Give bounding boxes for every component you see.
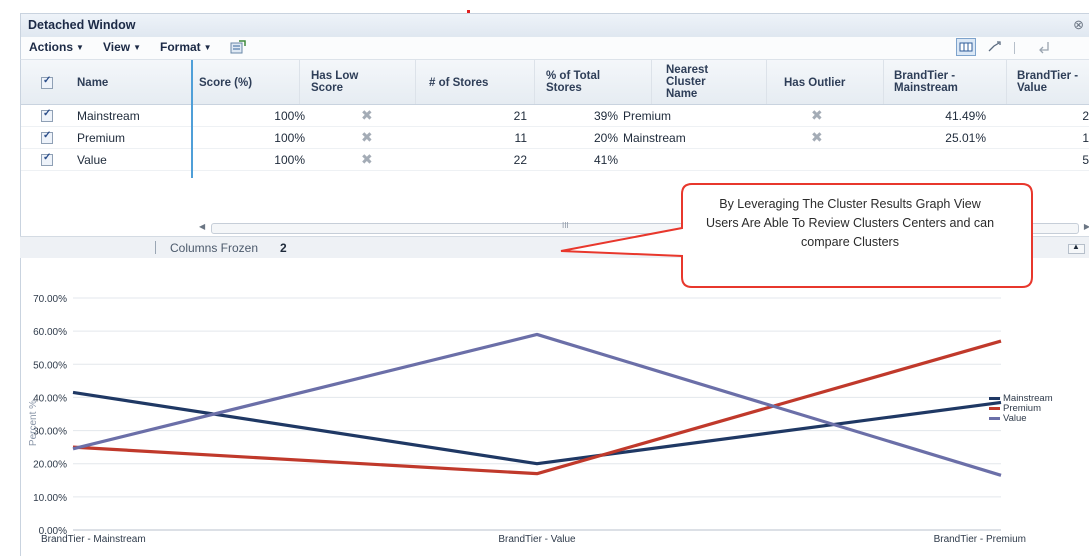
detached-window: Detached Window ⊗ Actions ▼ View ▼ Format ▼ (0, 0, 1089, 556)
callout-line-3: compare Clusters (801, 235, 899, 249)
callout-text: By Leveraging The Cluster Results Graph … (668, 195, 1032, 252)
callout-line-2: Users Are Able To Review Clusters Center… (705, 216, 995, 230)
callout-overlay (560, 183, 1033, 288)
callout-line-1: By Leveraging The Cluster Results Graph … (719, 197, 981, 211)
